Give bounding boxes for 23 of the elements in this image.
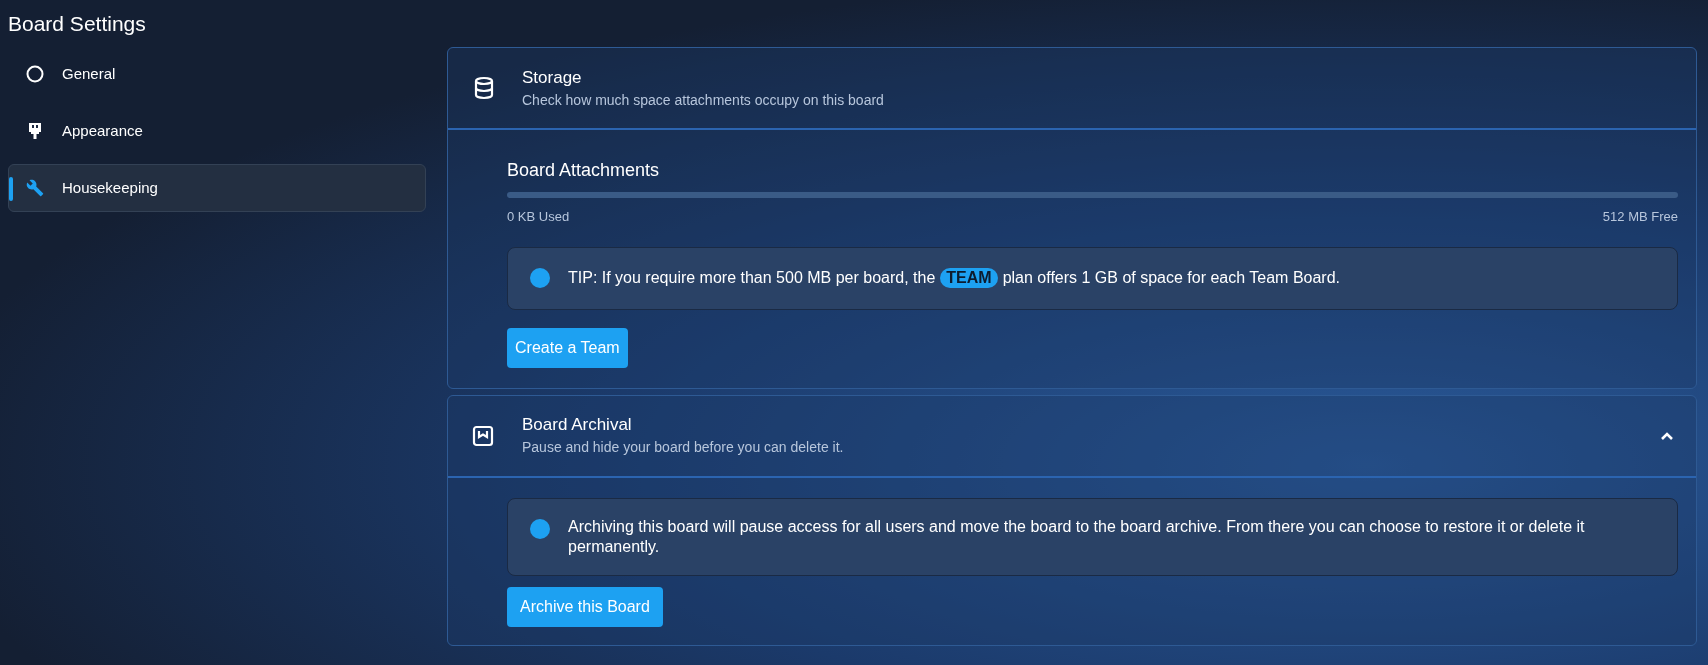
section-title: Storage bbox=[522, 66, 583, 89]
section-subtitle: Pause and hide your board before you can delete it. bbox=[522, 438, 845, 457]
attachments-title: Board Attachments bbox=[507, 159, 661, 182]
collapse-toggle[interactable] bbox=[1660, 430, 1674, 441]
circle-icon bbox=[25, 65, 44, 83]
active-indicator bbox=[9, 177, 13, 201]
section-title: Board Archival bbox=[522, 414, 633, 436]
page-title: Board Settings bbox=[7, 11, 147, 37]
used-label: 0 KB Used bbox=[507, 208, 570, 226]
section-subtitle: Check how much space attachments occupy on this board bbox=[522, 90, 884, 110]
archive-box-icon bbox=[472, 424, 494, 447]
database-icon bbox=[472, 76, 496, 100]
wrench-icon bbox=[25, 179, 44, 197]
team-badge: TEAM bbox=[940, 268, 998, 288]
chevron-icon bbox=[1660, 430, 1674, 441]
notice-text: Archiving this board will pause access for all users and move the board to the board archive. From there you can choose to restore it or delete it permanently. bbox=[568, 516, 1586, 557]
sidebar-item[interactable]: General bbox=[8, 50, 426, 98]
paint-brush-icon bbox=[27, 122, 42, 140]
tip-text: TIP: If you require more than 500 MB per board, the bbox=[568, 268, 936, 288]
free-label: 512 MB Free bbox=[1602, 208, 1678, 226]
sidebar-item[interactable]: Housekeeping bbox=[8, 164, 426, 212]
tip-text: plan offers 1 GB of space for each Team Board. bbox=[1002, 268, 1341, 288]
sidebar-item[interactable]: Appearance bbox=[8, 107, 426, 155]
